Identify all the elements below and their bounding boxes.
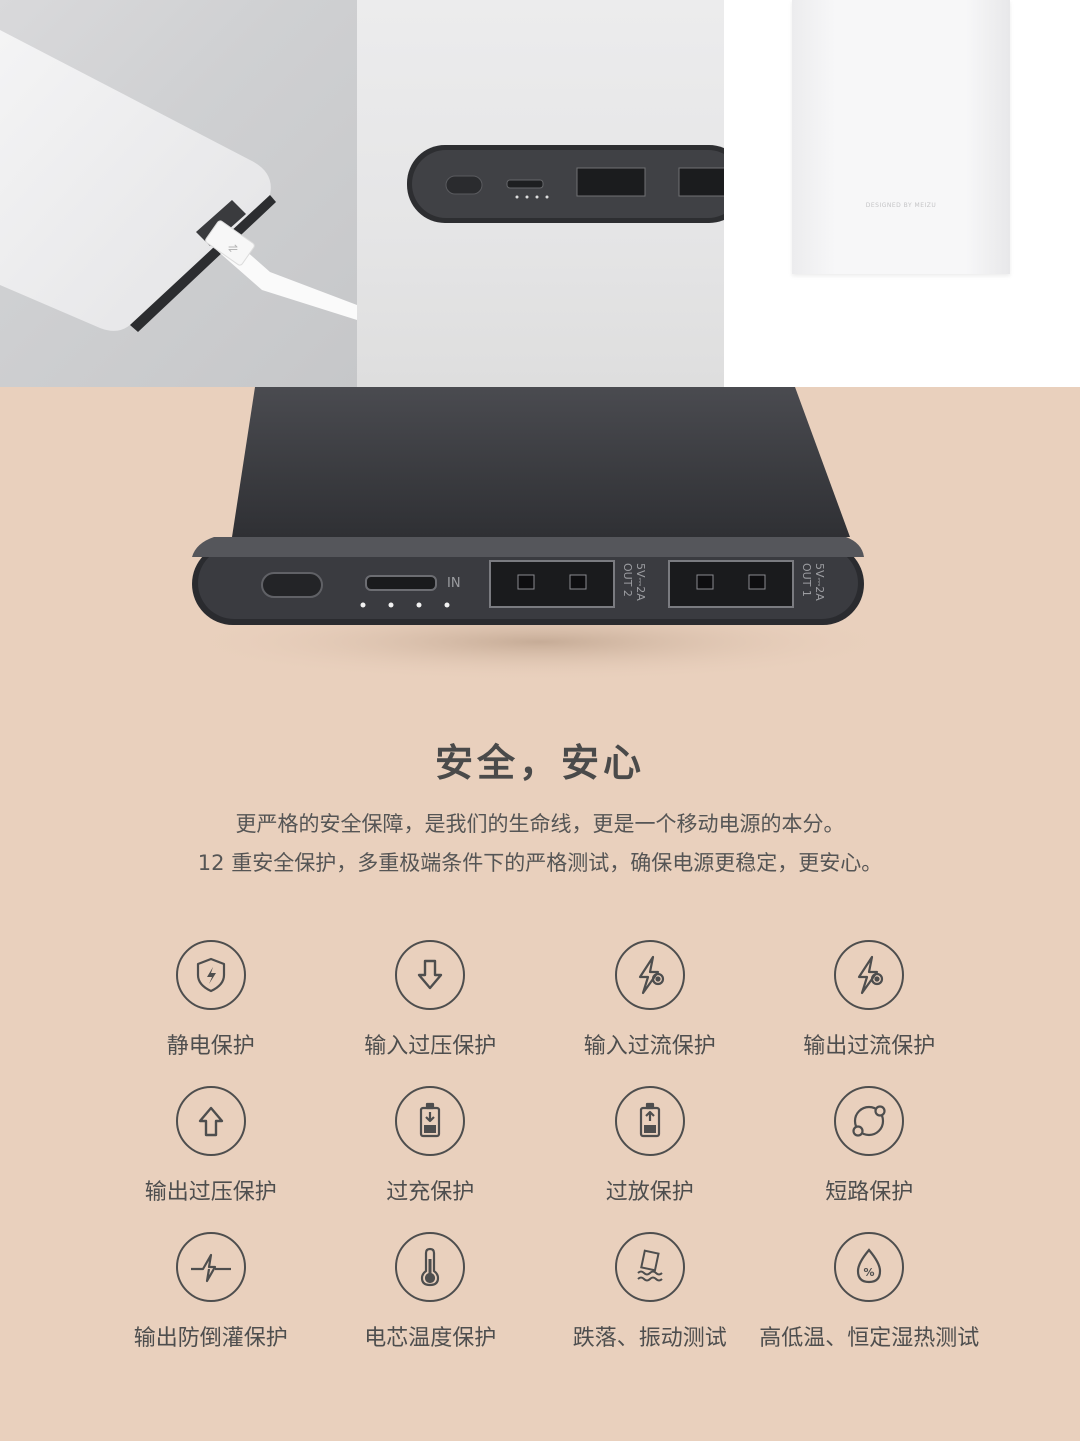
ports-closeup-illustration [407, 145, 724, 223]
port-in-label: IN [447, 576, 461, 591]
humidity-icon: % [834, 1232, 905, 1302]
silver-powerbank-illustration: ⇌ [0, 30, 357, 332]
feature-label: 静电保护 [166, 1034, 255, 1059]
hero-powerbank: IN OUT 2 5V⎓2A OUT 1 5V⎓2A [0, 387, 1080, 727]
drop-vibration-icon [614, 1232, 685, 1302]
photo-strip: ⇌ DESIGNED BY MEIZU [0, 0, 1080, 387]
feature-item: 输出过压保护 [101, 1086, 321, 1232]
feature-item: 跌落、振动测试 [540, 1232, 760, 1378]
feature-label: 输出过压保护 [144, 1180, 277, 1205]
short-circuit-icon [834, 1086, 905, 1156]
feature-label: 输出过流保护 [803, 1034, 936, 1059]
section-description-line1: 更严格的安全保障，是我们的生命线，更是一个移动电源的本分。 [235, 812, 845, 836]
feature-label: 输出防倒灌保护 [133, 1326, 288, 1351]
feature-label: 输入过流保护 [583, 1034, 716, 1059]
svg-text:%: % [864, 1266, 875, 1279]
feature-item: 电芯温度保护 [321, 1232, 541, 1378]
feature-label: 高低温、恒定湿热测试 [759, 1326, 980, 1351]
feature-item: 静电保护 [101, 940, 321, 1086]
arrow-down-icon [395, 940, 466, 1010]
feature-item: 输出防倒灌保护 [101, 1232, 321, 1378]
feature-item: 过充保护 [321, 1086, 541, 1232]
battery-discharge-icon [614, 1086, 685, 1156]
feature-label: 电芯温度保护 [364, 1326, 497, 1351]
battery-charge-icon [395, 1086, 466, 1156]
feature-label: 过充保护 [386, 1180, 475, 1205]
feature-item: 输入过流保护 [540, 940, 760, 1086]
feature-label: 输入过压保护 [364, 1034, 497, 1059]
dark-powerbank-illustration: IN OUT 2 5V⎓2A OUT 1 5V⎓2A [180, 387, 900, 682]
bolt-current-icon [614, 940, 685, 1010]
section-description-line2: 12 重安全保护，多重极端条件下的严格测试，确保电源更稳定，更安心。 [197, 851, 883, 875]
shield-bolt-icon [175, 940, 246, 1010]
feature-item: 输出过流保护 [760, 940, 980, 1086]
feature-label: 过放保护 [605, 1180, 694, 1205]
section-title: 安全，安心 [434, 741, 645, 785]
svg-text:⇌: ⇌ [228, 241, 238, 255]
feature-item: 过放保护 [540, 1086, 760, 1232]
feature-item: 输入过压保护 [321, 940, 541, 1086]
reverse-current-icon [175, 1232, 246, 1302]
feature-label: 跌落、振动测试 [572, 1326, 727, 1351]
port-out2-label: OUT 2 [621, 563, 634, 597]
photo-ports-closeup [357, 0, 724, 387]
feature-item: % 高低温、恒定湿热测试 [759, 1232, 980, 1378]
thermometer-icon [395, 1232, 466, 1302]
designed-by-text: DESIGNED BY MEIZU [865, 202, 937, 209]
photo-silver-corner: ⇌ [0, 0, 357, 387]
product-page: ⇌ DESIGNED BY MEIZU IN OUT 2 5V⎓2A OUT 1… [0, 0, 1080, 1441]
port-out1-spec: 5V⎓2A [813, 563, 826, 601]
feature-label: 短路保护 [825, 1180, 914, 1205]
port-out1-label: OUT 1 [800, 563, 813, 597]
arrow-up-icon [175, 1086, 246, 1156]
feature-item: 短路保护 [760, 1086, 980, 1232]
port-out2-spec: 5V⎓2A [634, 563, 647, 601]
safety-features-grid: 静电保护 输入过压保护 输入过流保护 输出过流保护 输出过压保护 过充保护 过放… [101, 940, 979, 1378]
photo-white-back: DESIGNED BY MEIZU [724, 0, 1080, 387]
bolt-current-icon [834, 940, 905, 1010]
white-powerbank-back: DESIGNED BY MEIZU [792, 0, 1010, 274]
